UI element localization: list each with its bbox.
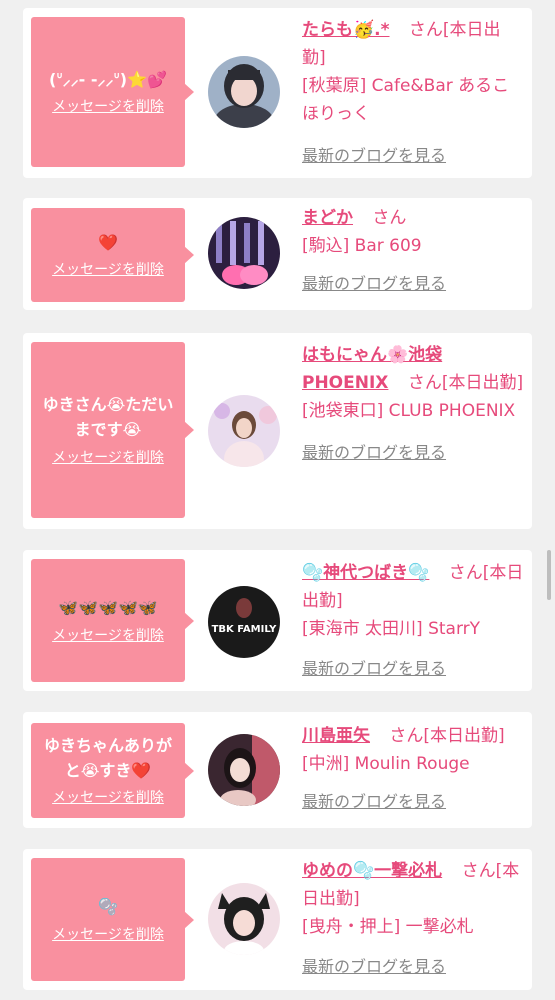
message-bubble: 🦋🦋🦋🦋🦋 メッセージを削除 <box>31 559 194 682</box>
avatar[interactable] <box>208 217 280 289</box>
delete-message-link[interactable]: メッセージを削除 <box>52 625 164 645</box>
message-text: 🫧 <box>98 897 118 917</box>
message-bubble: 🫧 メッセージを削除 <box>31 858 194 981</box>
latest-blog-link[interactable]: 最新のブログを見る <box>302 655 524 683</box>
message-bubble: (ᐡ⸝⸝- -⸝⸝ᐡ)⭐💕 メッセージを削除 <box>31 17 194 167</box>
cast-info: 🫧神代つばき🫧 さん[本日出勤] [東海市 太田川] StarrY 最新のブログ… <box>302 559 524 683</box>
latest-blog-link[interactable]: 最新のブログを見る <box>302 439 524 467</box>
delete-message-link[interactable]: メッセージを削除 <box>52 787 164 807</box>
list-item: ❤️ メッセージを削除 まどか さん [駒込] Bar 609 最新のブログを見… <box>23 198 532 310</box>
shop-name: [曳舟・押上] 一撃必札 <box>302 917 474 937</box>
honorific: さん <box>448 563 483 583</box>
message-text: ゆきさん😭ただいまです😭 <box>42 395 174 439</box>
honorific: さん <box>372 208 407 228</box>
message-bubble: ゆきちゃんありがと😭すき❤️ メッセージを削除 <box>31 723 194 818</box>
cast-info: ゆめの🫧一撃必札 さん[本日出勤] [曳舟・押上] 一撃必札 最新のブログを見る <box>302 857 524 981</box>
cast-info: まどか さん [駒込] Bar 609 最新のブログを見る <box>302 204 524 298</box>
cast-name-link[interactable]: たらも🥳.* <box>302 20 390 40</box>
shop-name: [駒込] Bar 609 <box>302 236 422 256</box>
cast-name-link[interactable]: まどか <box>302 208 353 228</box>
work-status: [本日出勤] <box>441 373 524 393</box>
shop-name: [東海市 太田川] StarrY <box>302 619 481 639</box>
cast-name-link[interactable]: 川島亜矢 <box>302 726 370 746</box>
cast-info: たらも🥳.* さん[本日出勤] [秋葉原] Cafe&Bar あるこほりっく 最… <box>302 16 524 170</box>
message-bubble: ゆきさん😭ただいまです😭 メッセージを削除 <box>31 342 194 518</box>
honorific: さん <box>408 20 443 40</box>
message-text: (ᐡ⸝⸝- -⸝⸝ᐡ)⭐💕 <box>49 69 167 89</box>
message-bubble: ❤️ メッセージを削除 <box>31 208 194 302</box>
delete-message-link[interactable]: メッセージを削除 <box>52 924 164 944</box>
honorific: さん <box>389 726 424 746</box>
list-item: ゆきちゃんありがと😭すき❤️ メッセージを削除 川島亜矢 さん[本日出勤] [中… <box>23 712 532 828</box>
delete-message-link[interactable]: メッセージを削除 <box>52 447 164 467</box>
message-text: 🦋🦋🦋🦋🦋 <box>58 598 158 618</box>
shop-name: [池袋東口] CLUB PHOENIX <box>302 401 516 421</box>
avatar[interactable] <box>208 883 280 955</box>
avatar-caption: TBK FAMILY <box>212 624 278 635</box>
message-list: (ᐡ⸝⸝- -⸝⸝ᐡ)⭐💕 メッセージを削除 たらも🥳.* さん[本日出勤] [… <box>0 0 555 1000</box>
scrollbar[interactable] <box>547 550 551 600</box>
delete-message-link[interactable]: メッセージを削除 <box>52 96 164 116</box>
list-item: 🫧 メッセージを削除 ゆめの🫧一撃必札 さん[本日出勤] [曳舟・押上] 一撃必… <box>23 849 532 990</box>
delete-message-link[interactable]: メッセージを削除 <box>52 259 164 279</box>
honorific: さん <box>407 373 442 393</box>
avatar[interactable]: TBK FAMILY <box>208 586 280 658</box>
avatar[interactable] <box>208 734 280 806</box>
latest-blog-link[interactable]: 最新のブログを見る <box>302 142 524 170</box>
latest-blog-link[interactable]: 最新のブログを見る <box>302 953 524 981</box>
message-text: ❤️ <box>98 232 118 252</box>
avatar[interactable] <box>208 395 280 467</box>
list-item: 🦋🦋🦋🦋🦋 メッセージを削除 TBK FAMILY 🫧神代つばき🫧 さん[本日出… <box>23 550 532 691</box>
list-item: (ᐡ⸝⸝- -⸝⸝ᐡ)⭐💕 メッセージを削除 たらも🥳.* さん[本日出勤] [… <box>23 8 532 178</box>
shop-name: [秋葉原] Cafe&Bar あるこほりっく <box>302 76 510 124</box>
cast-info: はもにゃん🌸池袋PHOENIX さん[本日出勤] [池袋東口] CLUB PHO… <box>302 341 524 467</box>
list-item: ゆきさん😭ただいまです😭 メッセージを削除 はもにゃん🌸池袋PHOENIX さん… <box>23 333 532 529</box>
shop-name: [中洲] Moulin Rouge <box>302 754 470 774</box>
work-status: [本日出勤] <box>423 726 505 746</box>
cast-name-link[interactable]: 🫧神代つばき🫧 <box>302 563 429 583</box>
avatar[interactable] <box>208 56 280 128</box>
message-text: ゆきちゃんありがと😭すき❤️ <box>43 735 172 780</box>
cast-name-link[interactable]: ゆめの🫧一撃必札 <box>302 861 442 881</box>
cast-info: 川島亜矢 さん[本日出勤] [中洲] Moulin Rouge 最新のブログを見… <box>302 722 524 816</box>
latest-blog-link[interactable]: 最新のブログを見る <box>302 270 524 298</box>
honorific: さん <box>461 861 496 881</box>
latest-blog-link[interactable]: 最新のブログを見る <box>302 788 524 816</box>
